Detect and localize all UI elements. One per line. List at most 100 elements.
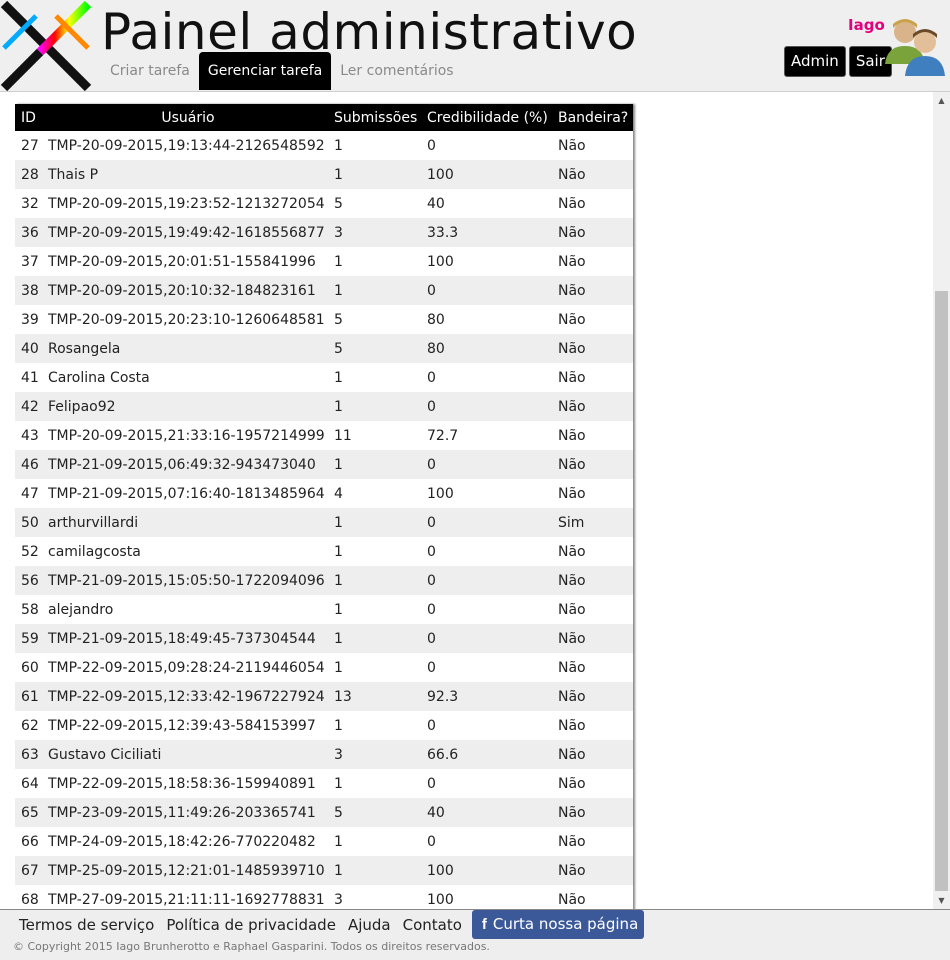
cell-usuario: arthurvillardi: [42, 508, 328, 537]
cell-usuario: Gustavo Ciciliati: [42, 740, 328, 769]
table-row[interactable]: 62 TMP-22-09-2015,12:39:43-584153997 1 0 Não: [15, 711, 633, 740]
table-row[interactable]: 41 Carolina Costa 1 0 Não: [15, 363, 633, 392]
cell-usuario: TMP-25-09-2015,12:21:01-1485939710: [42, 856, 328, 885]
main-content: ID Usuário Submissões Credibilidade (%) …: [0, 92, 933, 909]
scroll-up-arrow-icon[interactable]: ▲: [933, 92, 950, 109]
cell-submissoes: 1: [328, 653, 421, 682]
table-row[interactable]: 68 TMP-27-09-2015,21:11:11-1692778831 3 100…: [15, 885, 633, 909]
cell-bandeira: Não: [552, 450, 633, 479]
cell-usuario: TMP-21-09-2015,15:05:50-1722094096: [42, 566, 328, 595]
cell-usuario: Rosangela: [42, 334, 328, 363]
table-row[interactable]: 46 TMP-21-09-2015,06:49:32-943473040 1 0 Não: [15, 450, 633, 479]
link-contato[interactable]: Contato: [397, 916, 468, 934]
cell-bandeira: Não: [552, 392, 633, 421]
cell-credibilidade: 0: [421, 653, 552, 682]
table-row[interactable]: 56 TMP-21-09-2015,15:05:50-1722094096 1 0 Nã…: [15, 566, 633, 595]
table-row[interactable]: 42 Felipao92 1 0 Não: [15, 392, 633, 421]
cell-usuario: TMP-21-09-2015,06:49:32-943473040: [42, 450, 328, 479]
cell-submissoes: 1: [328, 276, 421, 305]
cell-usuario: TMP-22-09-2015,12:39:43-584153997: [42, 711, 328, 740]
table-row[interactable]: 47 TMP-21-09-2015,07:16:40-1813485964 4 100…: [15, 479, 633, 508]
cell-bandeira: Não: [552, 682, 633, 711]
cell-id: 63: [15, 740, 42, 769]
table-row[interactable]: 50 arthurvillardi 1 0 Sim: [15, 508, 633, 537]
tab-ler-comentarios[interactable]: Ler comentários: [331, 52, 462, 90]
column-header-credibilidade[interactable]: Credibilidade (%): [421, 104, 552, 131]
table-row[interactable]: 39 TMP-20-09-2015,20:23:10-1260648581 5 80 N…: [15, 305, 633, 334]
scroll-down-arrow-icon[interactable]: ▼: [933, 892, 950, 909]
colorful-x-logo-icon[interactable]: [0, 0, 92, 92]
cell-bandeira: Não: [552, 276, 633, 305]
column-header-submissoes[interactable]: Submissões: [328, 104, 421, 131]
table-row[interactable]: 67 TMP-25-09-2015,12:21:01-1485939710 1 100…: [15, 856, 633, 885]
facebook-like-button[interactable]: f Curta nossa página: [471, 910, 645, 939]
user-buttons: Admin Sair: [784, 46, 892, 77]
scroll-thumb[interactable]: [935, 291, 948, 891]
cell-bandeira: Não: [552, 624, 633, 653]
cell-bandeira: Não: [552, 856, 633, 885]
tab-criar-tarefa[interactable]: Criar tarefa: [101, 52, 199, 90]
cell-usuario: TMP-20-09-2015,19:23:52-1213272054: [42, 189, 328, 218]
table-row[interactable]: 65 TMP-23-09-2015,11:49:26-203365741 5 40 Nã…: [15, 798, 633, 827]
cell-submissoes: 3: [328, 218, 421, 247]
table-row[interactable]: 28 Thais P 1 100 Não: [15, 160, 633, 189]
table-row[interactable]: 61 TMP-22-09-2015,12:33:42-1967227924 13 92…: [15, 682, 633, 711]
column-header-bandeira[interactable]: Bandeira?: [552, 104, 633, 131]
cell-credibilidade: 100: [421, 479, 552, 508]
link-ajuda[interactable]: Ajuda: [342, 916, 397, 934]
cell-bandeira: Não: [552, 740, 633, 769]
cell-usuario: TMP-27-09-2015,21:11:11-1692778831: [42, 885, 328, 909]
cell-submissoes: 1: [328, 508, 421, 537]
table-row[interactable]: 63 Gustavo Ciciliati 3 66.6 Não: [15, 740, 633, 769]
table-row[interactable]: 36 TMP-20-09-2015,19:49:42-1618556877 3 33.…: [15, 218, 633, 247]
cell-submissoes: 1: [328, 160, 421, 189]
table-row[interactable]: 43 TMP-20-09-2015,21:33:16-1957214999 11 72…: [15, 421, 633, 450]
column-header-id[interactable]: ID: [15, 104, 42, 131]
cell-submissoes: 1: [328, 392, 421, 421]
cell-usuario: TMP-20-09-2015,21:33:16-1957214999: [42, 421, 328, 450]
cell-credibilidade: 72.7: [421, 421, 552, 450]
cell-usuario: TMP-20-09-2015,20:01:51-155841996: [42, 247, 328, 276]
admin-button[interactable]: Admin: [784, 46, 846, 77]
vertical-scrollbar[interactable]: ▲ ▼: [933, 92, 950, 909]
table-row[interactable]: 38 TMP-20-09-2015,20:10:32-184823161 1 0 Não: [15, 276, 633, 305]
cell-id: 50: [15, 508, 42, 537]
table-row[interactable]: 37 TMP-20-09-2015,20:01:51-155841996 1 100 N…: [15, 247, 633, 276]
cell-usuario: TMP-23-09-2015,11:49:26-203365741: [42, 798, 328, 827]
cell-submissoes: 1: [328, 624, 421, 653]
table-row[interactable]: 66 TMP-24-09-2015,18:42:26-770220482 1 0 Não: [15, 827, 633, 856]
cell-submissoes: 3: [328, 740, 421, 769]
cell-credibilidade: 100: [421, 247, 552, 276]
cell-submissoes: 1: [328, 595, 421, 624]
column-header-usuario[interactable]: Usuário: [42, 104, 328, 131]
cell-id: 60: [15, 653, 42, 682]
cell-submissoes: 1: [328, 856, 421, 885]
table-row[interactable]: 52 camilagcosta 1 0 Não: [15, 537, 633, 566]
link-politica-de-privacidade[interactable]: Política de privacidade: [160, 916, 342, 934]
table-row[interactable]: 64 TMP-22-09-2015,18:58:36-159940891 1 0 Não: [15, 769, 633, 798]
cell-submissoes: 1: [328, 131, 421, 160]
cell-id: 28: [15, 160, 42, 189]
tab-gerenciar-tarefa[interactable]: Gerenciar tarefa: [198, 52, 332, 90]
table-row[interactable]: 32 TMP-20-09-2015,19:23:52-1213272054 5 40 N…: [15, 189, 633, 218]
table-row[interactable]: 40 Rosangela 5 80 Não: [15, 334, 633, 363]
cell-id: 58: [15, 595, 42, 624]
link-termos-de-servico[interactable]: Termos de serviço: [13, 916, 160, 934]
table-row[interactable]: 58 alejandro 1 0 Não: [15, 595, 633, 624]
table-row[interactable]: 60 TMP-22-09-2015,09:28:24-2119446054 1 0 Nã…: [15, 653, 633, 682]
cell-bandeira: Não: [552, 479, 633, 508]
cell-credibilidade: 0: [421, 276, 552, 305]
cell-id: 47: [15, 479, 42, 508]
cell-credibilidade: 0: [421, 769, 552, 798]
cell-credibilidade: 0: [421, 624, 552, 653]
table-row[interactable]: 27 TMP-20-09-2015,19:13:44-2126548592 1 0 Nã…: [15, 131, 633, 160]
cell-credibilidade: 0: [421, 363, 552, 392]
cell-credibilidade: 0: [421, 131, 552, 160]
cell-bandeira: Não: [552, 798, 633, 827]
cell-usuario: TMP-21-09-2015,18:49:45-737304544: [42, 624, 328, 653]
cell-credibilidade: 66.6: [421, 740, 552, 769]
cell-id: 56: [15, 566, 42, 595]
cell-submissoes: 13: [328, 682, 421, 711]
cell-credibilidade: 100: [421, 856, 552, 885]
table-row[interactable]: 59 TMP-21-09-2015,18:49:45-737304544 1 0 Não: [15, 624, 633, 653]
